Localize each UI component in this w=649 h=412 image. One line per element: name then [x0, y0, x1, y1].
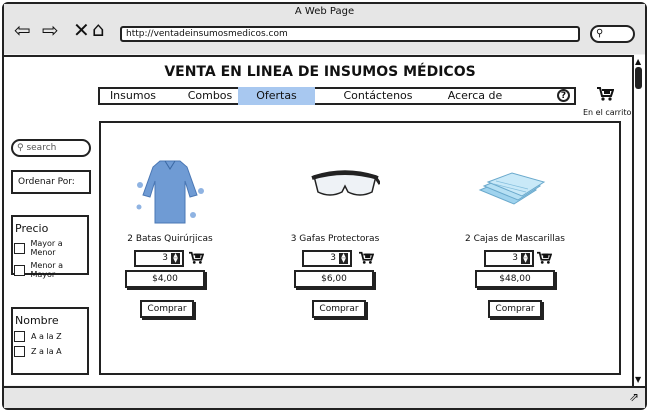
scroll-thumb[interactable]: [635, 67, 642, 89]
status-bar: ⇗: [4, 386, 645, 408]
checkbox[interactable]: [14, 346, 25, 357]
quantity-stepper[interactable]: 3 ▲ ▼: [302, 250, 352, 267]
cart-label: En el carrito: [583, 108, 632, 117]
close-icon[interactable]: ✕: [73, 20, 90, 40]
spinner-icon[interactable]: ▲ ▼: [521, 253, 530, 264]
product-name: 2 Cajas de Mascarillas: [465, 234, 565, 244]
option-label: Mayor a Menor: [30, 239, 63, 257]
checkbox[interactable]: [14, 264, 25, 276]
search-placeholder: search: [26, 143, 57, 153]
search-icon: ⚲: [596, 28, 604, 39]
help-icon[interactable]: ?: [557, 89, 570, 102]
face-masks-image: [474, 170, 546, 216]
option-label: Menor a Mayor: [30, 261, 64, 279]
add-to-cart-icon[interactable]: [536, 251, 553, 269]
scroll-up-icon[interactable]: ▲: [635, 57, 641, 66]
forward-icon[interactable]: ⇨: [42, 20, 59, 40]
back-icon[interactable]: ⇦: [14, 20, 31, 40]
buy-button[interactable]: Comprar: [312, 300, 366, 318]
surgical-gown-image: [135, 155, 205, 231]
product-name: 2 Batas Quirúrjicas: [127, 234, 213, 244]
checkbox[interactable]: [14, 242, 25, 254]
buy-button[interactable]: Comprar: [140, 300, 194, 318]
price-display: $4,00: [125, 270, 205, 288]
safety-goggles-image: [310, 162, 382, 208]
product-name: 3 Gafas Protectoras: [290, 234, 380, 244]
browser-search[interactable]: ⚲: [590, 25, 635, 43]
url-bar[interactable]: http://ventadeinsumosmedicos.com: [120, 26, 580, 42]
name-filter-title: Nombre: [15, 314, 59, 327]
quantity-value: 3: [162, 253, 168, 263]
scroll-down-icon[interactable]: ▼: [635, 375, 641, 384]
menu-ofertas[interactable]: Ofertas: [238, 87, 315, 105]
option-label: A a la Z: [31, 332, 62, 341]
add-to-cart-icon[interactable]: [358, 251, 375, 269]
spinner-icon[interactable]: ▲ ▼: [339, 253, 348, 264]
order-by-button[interactable]: Ordenar Por:: [11, 170, 91, 194]
page-title: VENTA EN LINEA DE INSUMOS MÉDICOS: [164, 64, 476, 80]
quantity-stepper[interactable]: 3 ▲ ▼: [134, 250, 184, 267]
name-filter: Nombre A a la Z Z a la A: [11, 307, 89, 375]
scrollbar[interactable]: ▲ ▼: [632, 55, 645, 388]
buy-button[interactable]: Comprar: [488, 300, 542, 318]
menu-acerca-de[interactable]: Acerca de: [440, 87, 510, 105]
home-icon[interactable]: ⌂: [92, 19, 105, 39]
menu-insumos[interactable]: Insumos: [100, 87, 166, 105]
name-option-za[interactable]: Z a la A: [14, 346, 87, 357]
resize-icon[interactable]: ⇗: [629, 390, 639, 404]
price-filter: Precio Mayor a Menor Menor a Mayor: [11, 215, 89, 279]
add-to-cart-icon[interactable]: [188, 251, 205, 269]
option-label: Z a la A: [31, 347, 62, 356]
price-option-desc[interactable]: Mayor a Menor: [14, 239, 87, 257]
cart-icon[interactable]: [596, 86, 615, 106]
quantity-stepper[interactable]: 3 ▲ ▼: [484, 250, 534, 267]
window-title: A Web Page: [294, 6, 355, 17]
price-display: $6,00: [294, 270, 374, 288]
price-filter-title: Precio: [15, 222, 49, 235]
quantity-value: 3: [512, 253, 518, 263]
price-option-asc[interactable]: Menor a Mayor: [14, 261, 87, 279]
search-input[interactable]: ⚲ search: [11, 139, 91, 157]
name-option-az[interactable]: A a la Z: [14, 331, 87, 342]
quantity-value: 3: [330, 253, 336, 263]
spinner-icon[interactable]: ▲ ▼: [171, 253, 180, 264]
price-display: $48,00: [475, 270, 555, 288]
checkbox[interactable]: [14, 331, 25, 342]
menu-contactenos[interactable]: Contáctenos: [333, 87, 423, 105]
